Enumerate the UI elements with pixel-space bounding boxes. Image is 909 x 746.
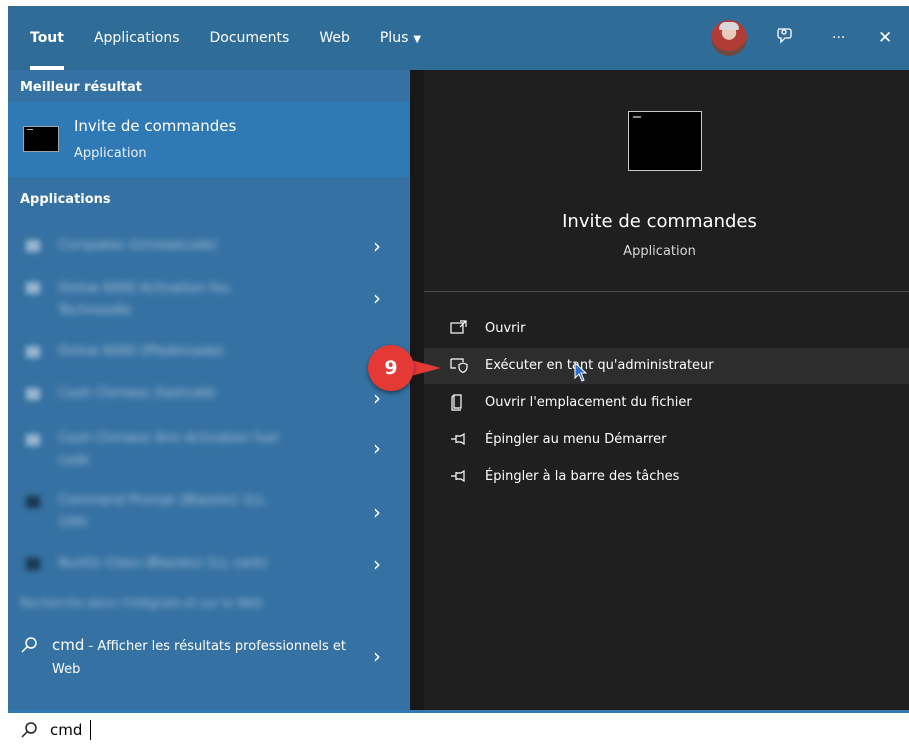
folder-icon [451, 394, 462, 411]
app-icon [26, 434, 40, 446]
command-prompt-icon [628, 111, 702, 171]
tab-label: Plus [379, 30, 409, 46]
list-item[interactable]: NunOc Class (Blazoto) 1LL carb) › [8, 544, 410, 584]
pin-to-start-action[interactable]: Épingler au menu Démarrer [424, 422, 909, 458]
app-icon [26, 282, 40, 294]
best-result-header: Meilleur résultat [20, 80, 143, 95]
chevron-right-icon: › [373, 644, 381, 668]
app-icon [26, 558, 40, 570]
preview-subtitle: Application [623, 244, 696, 259]
best-result-name: Invite de commandes [74, 117, 237, 135]
list-item-label: Compatex (Unreadcode) [58, 238, 218, 253]
web-search-query: cmd [52, 636, 85, 654]
list-item[interactable]: Command Prompt (Blazoto) 1LL 10th › [8, 482, 410, 538]
chevron-right-icon: › [373, 386, 381, 410]
list-item-label: NunOc Class (Blazoto) 1LL carb) [58, 556, 268, 571]
search-icon [21, 722, 37, 738]
action-label: Épingler à la barre des tâches [485, 469, 680, 484]
web-search-suffix: - Afficher les résultats professionnels … [52, 639, 346, 677]
web-search-section-header: Recherche dans l'Intégrale et sur le Web [20, 596, 263, 610]
divider [424, 291, 909, 292]
chevron-right-icon: › [373, 234, 381, 258]
open-action[interactable]: Ouvrir [424, 311, 909, 347]
search-icon [21, 637, 37, 653]
results-panel: Meilleur résultat Invite de commandes Ap… [8, 70, 410, 710]
pin-to-taskbar-action[interactable]: Épingler à la barre des tâches [424, 459, 909, 495]
list-item[interactable]: Cooh Chrnwoc Eastcobb › [8, 376, 410, 416]
more-icon[interactable]: ··· [832, 25, 845, 51]
preview-title: Invite de commandes [562, 211, 757, 232]
tab-web[interactable]: Web [319, 6, 350, 70]
app-icon [26, 346, 40, 358]
tab-label: Documents [209, 30, 290, 46]
open-icon [450, 320, 467, 334]
action-label: Épingler au menu Démarrer [485, 432, 667, 447]
tab-more[interactable]: Plus ▼ [380, 6, 421, 70]
preview-panel: Invite de commandes Application Ouvrir E… [410, 70, 909, 710]
chevron-right-icon: › [373, 552, 381, 576]
list-item-label: Cooh Chrnwoc 6nn Activation fuel cade [58, 431, 279, 468]
list-item-label: Cooh Chrnwoc Eastcobb [58, 386, 216, 401]
close-icon[interactable]: ✕ [878, 25, 892, 51]
web-search-text: cmd - Afficher les résultats professionn… [52, 634, 352, 681]
pin-icon [451, 469, 465, 483]
app-icon [26, 240, 40, 252]
list-item[interactable]: Compatex (Unreadcode) › [8, 228, 410, 264]
tab-label: Web [319, 30, 350, 46]
app-icon [26, 388, 40, 400]
list-item-label: Onlnw 6000 Activation fou Technoodle [58, 281, 231, 318]
feedback-icon[interactable] [775, 25, 795, 53]
shield-icon [450, 358, 468, 374]
list-item-label: Onlnw 6000 (Pfedinnada) [58, 344, 224, 359]
start-search-window: Tout Applications Documents Web Plus ▼ ··… [8, 6, 909, 746]
tab-all[interactable]: Tout [30, 6, 64, 70]
web-search-item[interactable]: cmd - Afficher les résultats professionn… [8, 626, 410, 686]
step-badge: 9 [368, 345, 414, 391]
applications-header: Applications [20, 192, 111, 207]
chevron-right-icon: › [373, 436, 381, 460]
action-label: Exécuter en tant qu'administrateur [485, 358, 714, 373]
panel-edge [410, 70, 424, 710]
tab-label: Tout [30, 30, 64, 46]
chevron-right-icon: › [373, 500, 381, 524]
tab-applications[interactable]: Applications [94, 6, 180, 70]
list-item[interactable]: Onlnw 6000 Activation fou Technoodle › [8, 270, 410, 326]
mouse-cursor-icon [574, 362, 588, 382]
chevron-right-icon: › [373, 286, 381, 310]
list-item[interactable]: Onlnw 6000 (Pfedinnada) › [8, 332, 410, 372]
tab-documents[interactable]: Documents [210, 6, 290, 70]
text-cursor [90, 720, 91, 740]
action-label: Ouvrir [485, 321, 526, 336]
search-input[interactable]: cmd [50, 721, 82, 739]
tab-label: Applications [93, 30, 180, 46]
best-result-item[interactable]: Invite de commandes Application [8, 102, 410, 177]
best-result-type: Application [74, 146, 147, 161]
command-prompt-icon [23, 126, 59, 152]
more-glyph: ··· [832, 30, 846, 46]
pin-icon [451, 432, 465, 446]
list-item-label: Command Prompt (Blazoto) 1LL 10th [58, 493, 266, 530]
search-box[interactable]: cmd [8, 710, 909, 746]
search-header: Tout Applications Documents Web Plus ▼ ··… [8, 6, 909, 70]
avatar[interactable] [711, 20, 747, 56]
chevron-down-icon: ▼ [413, 34, 422, 45]
run-as-admin-action[interactable]: Exécuter en tant qu'administrateur [424, 348, 909, 384]
scope-tabs: Tout Applications Documents Web Plus ▼ [8, 6, 451, 70]
list-item[interactable]: Cooh Chrnwoc 6nn Activation fuel cade › [8, 420, 410, 476]
close-glyph: ✕ [878, 28, 893, 48]
app-icon [26, 496, 40, 508]
open-file-location-action[interactable]: Ouvrir l'emplacement du fichier [424, 385, 909, 421]
action-label: Ouvrir l'emplacement du fichier [485, 395, 692, 410]
